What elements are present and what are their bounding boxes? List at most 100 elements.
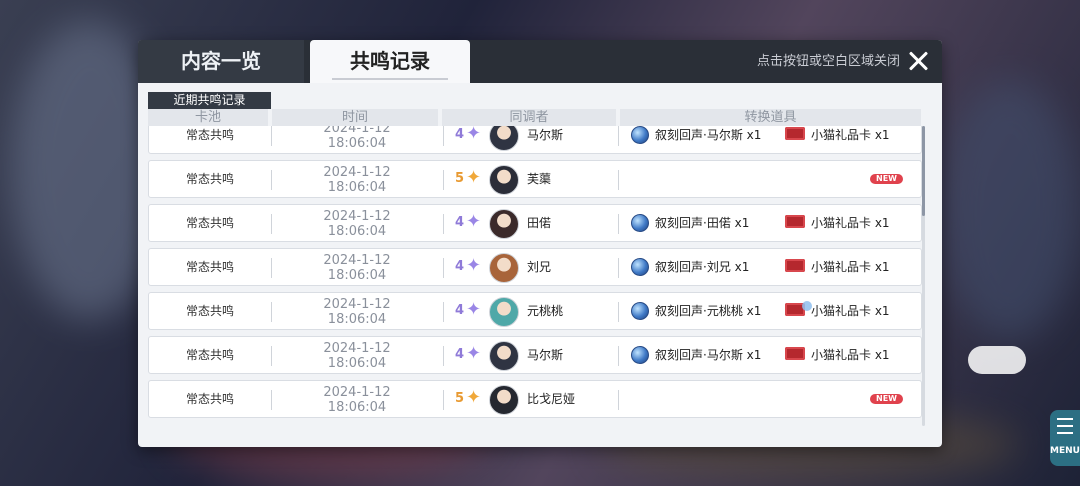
record-clock: 18:06:04 [327,400,387,415]
tab-overview[interactable]: 内容一览 [138,40,304,83]
header-character: 同调者 [442,109,616,126]
echo-item-name: 叙刻回声·马尔斯 x1 [655,128,762,142]
record-clock: 18:06:04 [327,312,387,327]
record-date: 2024-1-12 [323,165,391,180]
echo-item-name: 叙刻回声·刘兄 x1 [655,260,750,274]
column-divider [443,170,444,190]
rarity-number: 5 [455,171,465,186]
gift-item-name: 小猫礼品卡 x1 [811,128,890,142]
menu-button[interactable]: MENU [1050,410,1080,466]
record-time: 2024-1-12 18:06:04 [272,161,442,201]
items-cell: 叙刻回声·田偌 x1 小猫礼品卡 x1 [619,205,919,241]
star-sparkle-icon: ✦ [466,126,482,144]
items-cell: NEW [619,381,919,417]
record-time: 2024-1-12 18:06:04 [272,205,442,245]
table-header: 卡池 时间 同调者 转换道具 [148,109,921,126]
table-row[interactable]: 常态共鸣 2024-1-12 18:06:04 4 ✦ 田偌 叙刻回声·田偌 x… [148,204,922,242]
table-row[interactable]: 常态共鸣 2024-1-12 18:06:04 4 ✦ 马尔斯 叙刻回声·马尔斯… [148,336,922,374]
rarity-number: 4 [455,127,465,142]
character-cell: 4 ✦ 马尔斯 [449,126,617,153]
menu-label: MENU [1050,446,1080,456]
character-avatar [489,385,519,415]
table-row[interactable]: 常态共鸣 2024-1-12 18:06:04 4 ✦ 元桃桃 叙刻回声·元桃桃… [148,292,922,330]
gift-ticket-icon [785,259,805,272]
character-name: 比戈尼娅 [527,392,576,406]
character-avatar [489,165,519,195]
rarity-number: 4 [455,259,465,274]
character-cell: 4 ✦ 田偌 [449,205,617,241]
echo-orb-icon [631,258,649,276]
column-divider [443,390,444,410]
star-sparkle-icon: ✦ [466,167,482,188]
pool-name: 常态共鸣 [185,348,234,362]
record-date: 2024-1-12 [323,126,391,136]
new-badge: NEW [870,394,903,404]
column-divider [443,214,444,234]
record-date: 2024-1-12 [323,341,391,356]
record-list-inner: 常态共鸣 2024-1-12 18:06:04 4 ✦ 马尔斯 叙刻回声·马尔斯… [148,126,938,424]
pool-name: 常态共鸣 [185,216,234,230]
star-sparkle-icon: ✦ [466,211,482,232]
items-cell: 叙刻回声·刘兄 x1 小猫礼品卡 x1 [619,249,919,285]
record-time: 2024-1-12 18:06:04 [272,293,442,333]
section-title: 近期共鸣记录 [148,92,271,109]
character-avatar [489,297,519,327]
header-time: 时间 [272,109,438,126]
rarity-number: 4 [455,303,465,318]
tab-record[interactable]: 共鸣记录 [310,40,470,83]
character-cell: 5 ✦ 芙蕖 [449,161,617,197]
record-time: 2024-1-12 18:06:04 [272,249,442,289]
star-sparkle-icon: ✦ [466,387,482,408]
character-name: 元桃桃 [527,304,564,318]
pool-name: 常态共鸣 [185,260,234,274]
character-avatar [489,253,519,283]
menu-icon [1057,418,1073,434]
close-icon[interactable] [906,49,930,73]
close-hint: 点击按钮或空白区域关闭 [756,54,900,69]
rarity-number: 4 [455,347,465,362]
character-cell: 4 ✦ 刘兄 [449,249,617,285]
new-badge: NEW [870,174,903,184]
background-art [940,80,1080,340]
scrollbar[interactable] [922,126,925,426]
record-clock: 18:06:04 [327,136,387,151]
record-date: 2024-1-12 [323,209,391,224]
pool-name: 常态共鸣 [185,392,234,406]
table-row[interactable]: 常态共鸣 2024-1-12 18:06:04 4 ✦ 刘兄 叙刻回声·刘兄 x… [148,248,922,286]
record-date: 2024-1-12 [323,253,391,268]
character-avatar [489,126,519,151]
character-name: 马尔斯 [527,348,564,362]
character-name: 马尔斯 [527,128,564,142]
character-cell: 5 ✦ 比戈尼娅 [449,381,617,417]
column-divider [443,126,444,146]
record-time: 2024-1-12 18:06:04 [272,381,442,421]
table-row[interactable]: 常态共鸣 2024-1-12 18:06:04 5 ✦ 芙蕖 NEW [148,160,922,198]
column-divider [443,346,444,366]
record-clock: 18:06:04 [327,224,387,239]
record-clock: 18:06:04 [327,180,387,195]
gift-ticket-icon [785,215,805,228]
record-date: 2024-1-12 [323,297,391,312]
character-name: 田偌 [527,216,552,230]
echo-orb-icon [631,302,649,320]
echo-item-name: 叙刻回声·马尔斯 x1 [655,348,762,362]
items-cell: 叙刻回声·马尔斯 x1 小猫礼品卡 x1 [619,126,919,153]
star-sparkle-icon: ✦ [466,255,482,276]
items-cell: 叙刻回声·元桃桃 x1 小猫礼品卡 x1 [619,293,919,329]
echo-orb-icon [631,126,649,144]
header-pool: 卡池 [148,109,268,126]
items-cell: 叙刻回声·马尔斯 x1 小猫礼品卡 x1 [619,337,919,373]
rarity-number: 4 [455,215,465,230]
gift-ticket-icon [785,127,805,140]
character-avatar [489,341,519,371]
table-row[interactable]: 常态共鸣 2024-1-12 18:06:04 5 ✦ 比戈尼娅 NEW [148,380,922,418]
record-list[interactable]: 常态共鸣 2024-1-12 18:06:04 4 ✦ 马尔斯 叙刻回声·马尔斯… [148,126,938,438]
resonance-record-panel: 内容一览 共鸣记录 点击按钮或空白区域关闭 近期共鸣记录 卡池 时间 同调者 转… [138,40,942,447]
table-row[interactable]: 常态共鸣 2024-1-12 18:06:04 4 ✦ 马尔斯 叙刻回声·马尔斯… [148,126,922,154]
character-cell: 4 ✦ 元桃桃 [449,293,617,329]
background-button [968,346,1026,374]
gift-ticket-icon [785,347,805,360]
gift-item-name: 小猫礼品卡 x1 [811,304,890,318]
rarity-number: 5 [455,391,465,406]
scrollbar-thumb[interactable] [922,126,925,216]
